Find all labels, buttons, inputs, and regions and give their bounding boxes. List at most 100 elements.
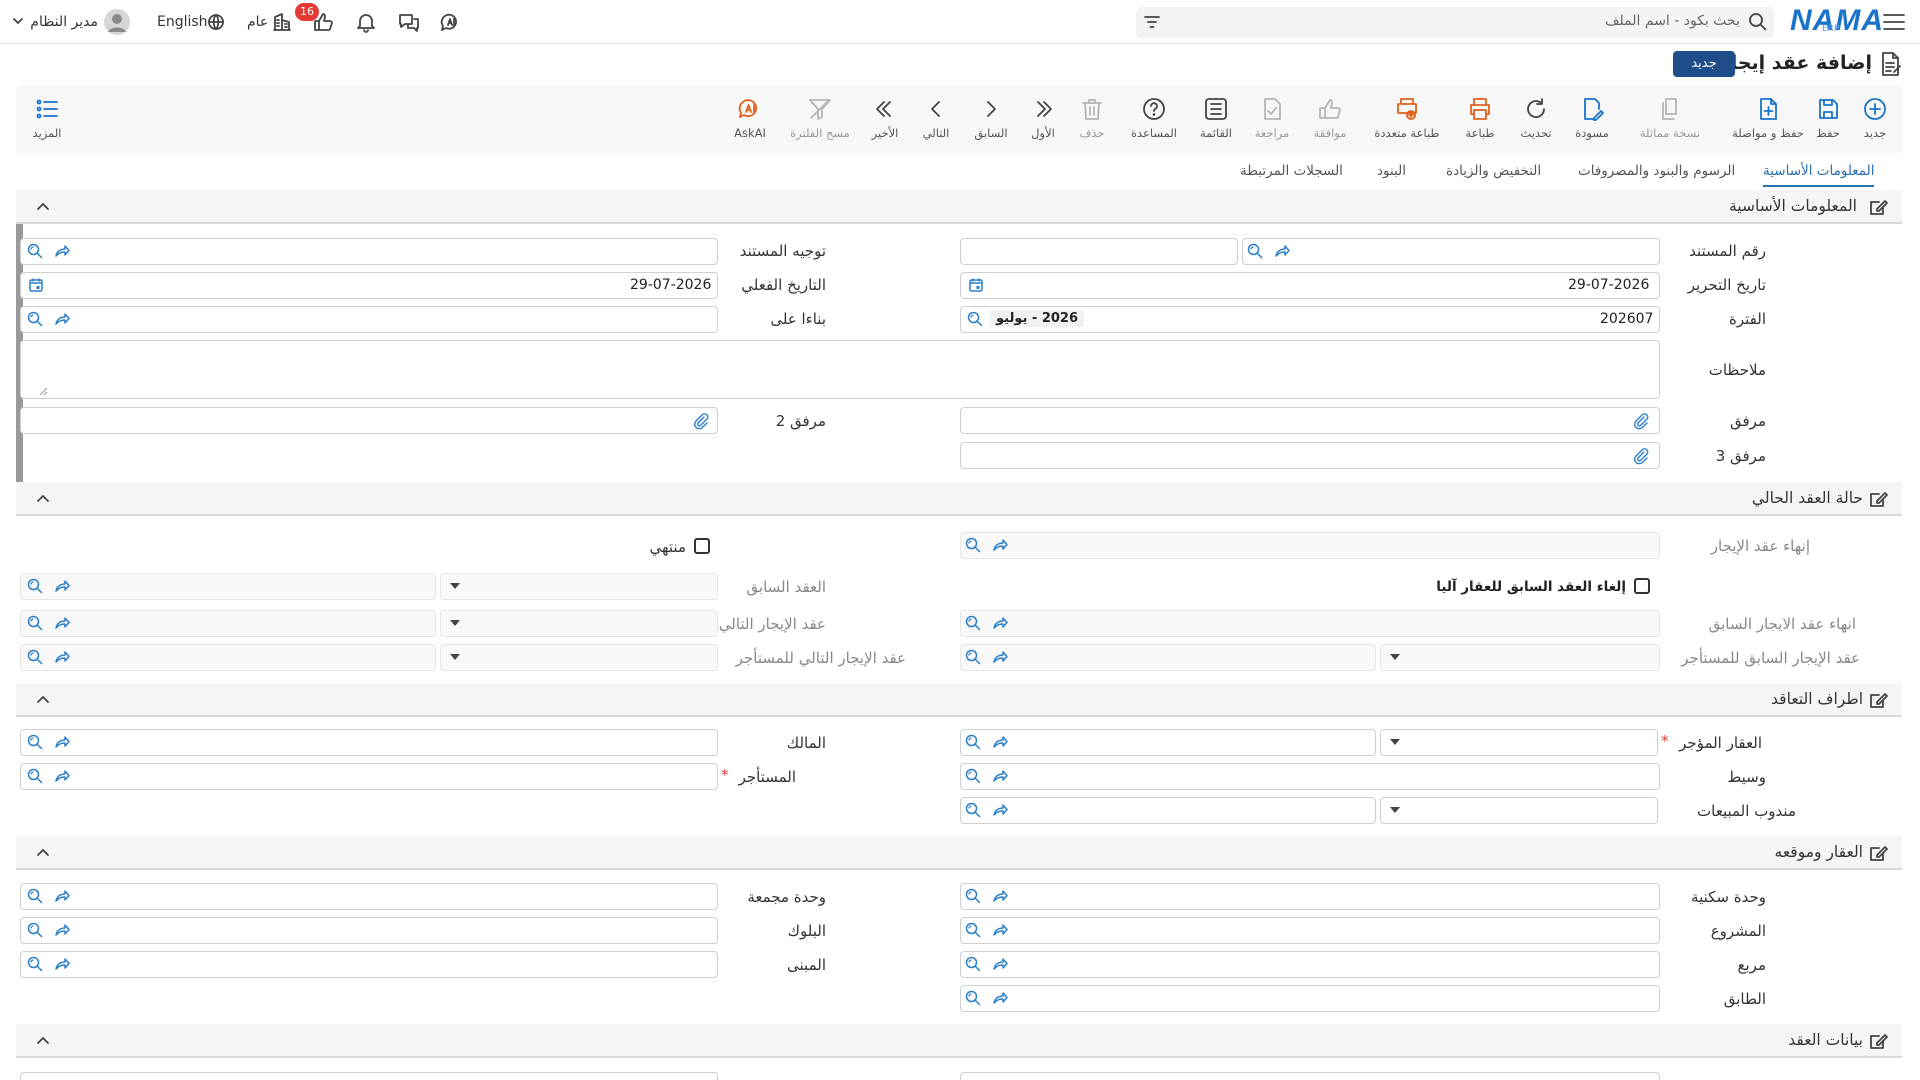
next-lease-input[interactable] [20,610,436,637]
chat-icon[interactable] [397,11,421,33]
building-input[interactable] [20,951,718,978]
last-button[interactable]: الأخير [853,96,917,140]
issue-date-input[interactable] [960,272,1660,299]
share-link-icon[interactable] [53,921,71,939]
search-lookup-icon[interactable] [964,536,982,554]
section-parties-header[interactable] [16,683,1902,717]
tab-items[interactable]: البنود [1377,163,1406,179]
multi-print-button[interactable]: طباعة متعددة [1364,96,1450,140]
sales-rep-input[interactable] [960,797,1376,824]
list-button[interactable]: القائمة [1184,96,1248,140]
chevron-up-icon[interactable] [36,201,50,211]
broker-input[interactable] [960,763,1660,790]
search-lookup-icon[interactable] [964,801,982,819]
user-name[interactable]: مدير النظام [12,14,98,30]
share-link-icon[interactable] [53,767,71,785]
search-lookup-icon[interactable] [964,887,982,905]
share-link-icon[interactable] [53,955,71,973]
search-lookup-icon[interactable] [26,577,44,595]
resize-handle-icon[interactable] [38,386,48,396]
owner-input[interactable] [20,729,718,756]
property-input[interactable] [960,729,1376,756]
share-link-icon[interactable] [991,921,1009,939]
share-link-icon[interactable] [53,310,71,328]
search-lookup-icon[interactable] [964,955,982,973]
more-button[interactable]: المزيد [15,96,79,140]
doc-number-secondary-input[interactable] [960,238,1238,265]
search-lookup-icon[interactable] [964,989,982,1007]
copy-similar-button[interactable]: نسخة مماثلة [1632,96,1708,140]
block-input[interactable] [20,917,718,944]
floor-input[interactable] [960,985,1660,1012]
ai-assistant-icon[interactable] [439,10,463,34]
ended-checkbox[interactable] [694,538,710,554]
search-lookup-icon[interactable] [26,310,44,328]
share-link-icon[interactable] [991,767,1009,785]
share-link-icon[interactable] [53,648,71,666]
paperclip-icon[interactable] [1632,447,1650,465]
search-lookup-icon[interactable] [26,887,44,905]
contract-second-input[interactable] [20,1072,718,1080]
section-contract-header[interactable] [16,1024,1902,1058]
search-lookup-icon[interactable] [966,310,984,328]
search-lookup-icon[interactable] [26,767,44,785]
chevron-up-icon[interactable] [36,847,50,857]
doc-direction-input[interactable] [20,238,718,265]
share-link-icon[interactable] [53,242,71,260]
avatar[interactable] [104,9,130,35]
search-lookup-icon[interactable] [964,767,982,785]
share-link-icon[interactable] [991,955,1009,973]
project-input[interactable] [960,917,1660,944]
tab-discount[interactable]: التخفيض والزيادة [1446,163,1541,179]
attachment-input[interactable] [960,407,1660,434]
search-lookup-icon[interactable] [964,733,982,751]
globe-icon[interactable] [207,13,225,31]
sales-rep-select[interactable] [1380,797,1658,824]
tab-fees[interactable]: الرسوم والبنود والمصروفات [1578,163,1735,179]
language-switch[interactable]: English [157,14,208,30]
based-on-input[interactable] [20,306,718,333]
share-link-icon[interactable] [1273,242,1291,260]
paperclip-icon[interactable] [692,412,710,430]
square-input[interactable] [960,951,1660,978]
share-link-icon[interactable] [991,536,1009,554]
property-select[interactable] [1380,729,1658,756]
notes-textarea[interactable] [20,340,1660,399]
chevron-up-icon[interactable] [36,694,50,704]
terminate-lease-input[interactable] [960,532,1660,559]
share-link-icon[interactable] [53,887,71,905]
print-button[interactable]: طباعة [1448,96,1512,140]
tenant-input[interactable] [20,763,718,790]
search-lookup-icon[interactable] [964,648,982,666]
bell-icon[interactable] [355,11,377,33]
terminate-prev-lease-input[interactable] [960,610,1660,637]
section-status-header[interactable] [16,482,1902,516]
chevron-up-icon[interactable] [36,493,50,503]
review-button[interactable]: مراجعة [1240,96,1304,140]
save-continue-button[interactable]: حفظ و مواصلة [1725,96,1811,140]
search-lookup-icon[interactable] [26,921,44,939]
share-link-icon[interactable] [53,614,71,632]
search-lookup-icon[interactable] [26,648,44,666]
share-link-icon[interactable] [991,614,1009,632]
general-branch[interactable]: عام [247,14,268,30]
search-lookup-icon[interactable] [26,614,44,632]
prev-contract-input[interactable] [20,573,436,600]
share-link-icon[interactable] [991,733,1009,751]
search-lookup-icon[interactable] [1246,242,1264,260]
search-lookup-icon[interactable] [26,242,44,260]
menu-icon[interactable] [1882,12,1906,32]
chevron-up-icon[interactable] [36,1035,50,1045]
askai-button[interactable]: AskAI [718,96,782,140]
previous-button[interactable]: السابق [959,96,1023,140]
tab-related[interactable]: السجلات المرتبطة [1240,163,1343,179]
refresh-button[interactable]: تحديث [1504,96,1568,140]
calendar-icon[interactable] [968,277,984,293]
next-tenant-lease-select[interactable] [440,644,718,671]
search-lookup-icon[interactable] [964,614,982,632]
clear-filter-button[interactable]: مسح الفلترة [782,96,858,140]
actual-date-input[interactable] [20,272,718,299]
prev-tenant-lease-input[interactable] [960,644,1376,671]
tab-basic-info[interactable]: المعلومات الأساسية [1763,163,1875,187]
prev-tenant-lease-select[interactable] [1380,644,1660,671]
